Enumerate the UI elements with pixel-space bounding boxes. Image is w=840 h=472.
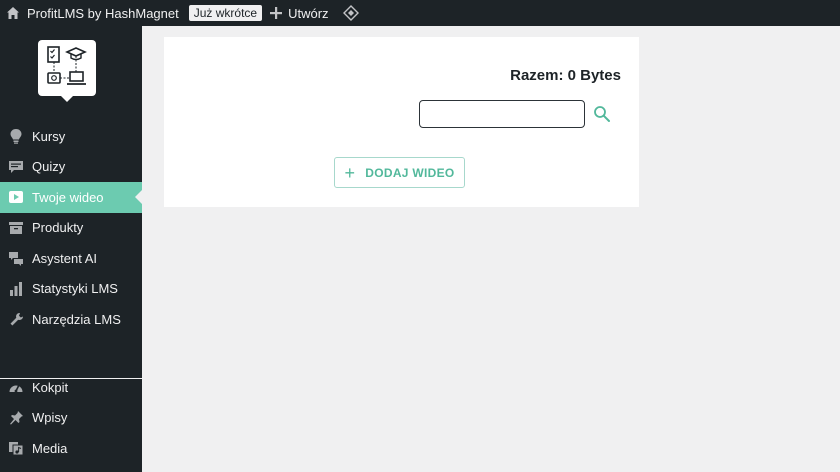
- search-button[interactable]: [593, 105, 611, 123]
- dashboard-icon: [8, 379, 24, 395]
- site-name: ProfitLMS by HashMagnet: [27, 5, 179, 21]
- sidebar-item-wpisy[interactable]: Wpisy: [0, 403, 142, 434]
- coming-soon-badge-item[interactable]: Już wkrótce: [187, 0, 263, 26]
- search-input[interactable]: [419, 100, 585, 128]
- site-home-link[interactable]: ProfitLMS by HashMagnet: [6, 0, 179, 26]
- sidebar-item-produkty[interactable]: Produkty: [0, 213, 142, 244]
- diamond-icon: [342, 5, 359, 21]
- sidebar-item-label: Kokpit: [32, 379, 69, 395]
- new-content-label: Utwórz: [288, 5, 329, 21]
- comment-icon: [8, 159, 24, 175]
- home-icon: [6, 6, 20, 20]
- plus-icon: +: [344, 162, 356, 183]
- archive-box-icon: [8, 220, 24, 236]
- sidebar-item-label: Kursy: [32, 128, 66, 144]
- plugin-menu: Kursy Quizy Twoje wideo Produkty Asysten…: [0, 121, 142, 335]
- add-video-button[interactable]: + DODAJ WIDEO: [334, 157, 465, 188]
- sidebar-item-label: Twoje wideo: [32, 189, 104, 205]
- sidebar-item-media[interactable]: Media: [0, 433, 142, 464]
- wrench-icon: [8, 311, 24, 327]
- logo-pointer: [60, 95, 74, 102]
- bar-chart-icon: [8, 281, 24, 297]
- profitlms-logo[interactable]: [38, 40, 96, 96]
- sidebar-item-label: Narzędzia LMS: [32, 311, 121, 327]
- admin-sidebar: Kursy Quizy Twoje wideo Produkty Asysten…: [0, 26, 142, 472]
- sidebar-item-label: Wpisy: [32, 410, 68, 426]
- admin-bar: ProfitLMS by HashMagnet Już wkrótce Utwó…: [0, 0, 840, 26]
- add-video-label: DODAJ WIDEO: [365, 165, 455, 180]
- new-content-menu[interactable]: Utwórz: [270, 0, 329, 26]
- core-menu: Kokpit Wpisy Media: [0, 372, 142, 464]
- plus-icon: [270, 7, 283, 19]
- search-icon: [593, 106, 611, 126]
- sidebar-item-label: Quizy: [32, 159, 66, 175]
- video-library-card: Razem: 0 Bytes + DODAJ WIDEO: [164, 37, 639, 207]
- sidebar-item-asystent-ai[interactable]: Asystent AI: [0, 243, 142, 274]
- sidebar-item-kursy[interactable]: Kursy: [0, 121, 142, 152]
- sidebar-item-label: Statystyki LMS: [32, 281, 118, 297]
- sidebar-item-label: Produkty: [32, 220, 84, 236]
- pin-icon: [8, 410, 24, 426]
- sidebar-item-label: Asystent AI: [32, 250, 98, 266]
- plugin-diamond-menu[interactable]: [342, 0, 359, 26]
- sidebar-item-label: Media: [32, 440, 68, 456]
- chat-bubbles-icon: [8, 250, 24, 266]
- sidebar-item-narzedzia-lms[interactable]: Narzędzia LMS: [0, 304, 142, 335]
- coming-soon-badge: Już wkrótce: [188, 5, 263, 21]
- storage-total: Razem: 0 Bytes: [510, 67, 621, 84]
- sidebar-item-twoje-wideo[interactable]: Twoje wideo: [0, 182, 142, 213]
- lightbulb-icon: [8, 128, 24, 144]
- video-play-icon: [8, 189, 24, 205]
- media-icon: [8, 440, 24, 456]
- sidebar-item-statystyki-lms[interactable]: Statystyki LMS: [0, 274, 142, 305]
- sidebar-item-quizy[interactable]: Quizy: [0, 152, 142, 183]
- sidebar-item-kokpit[interactable]: Kokpit: [0, 372, 142, 403]
